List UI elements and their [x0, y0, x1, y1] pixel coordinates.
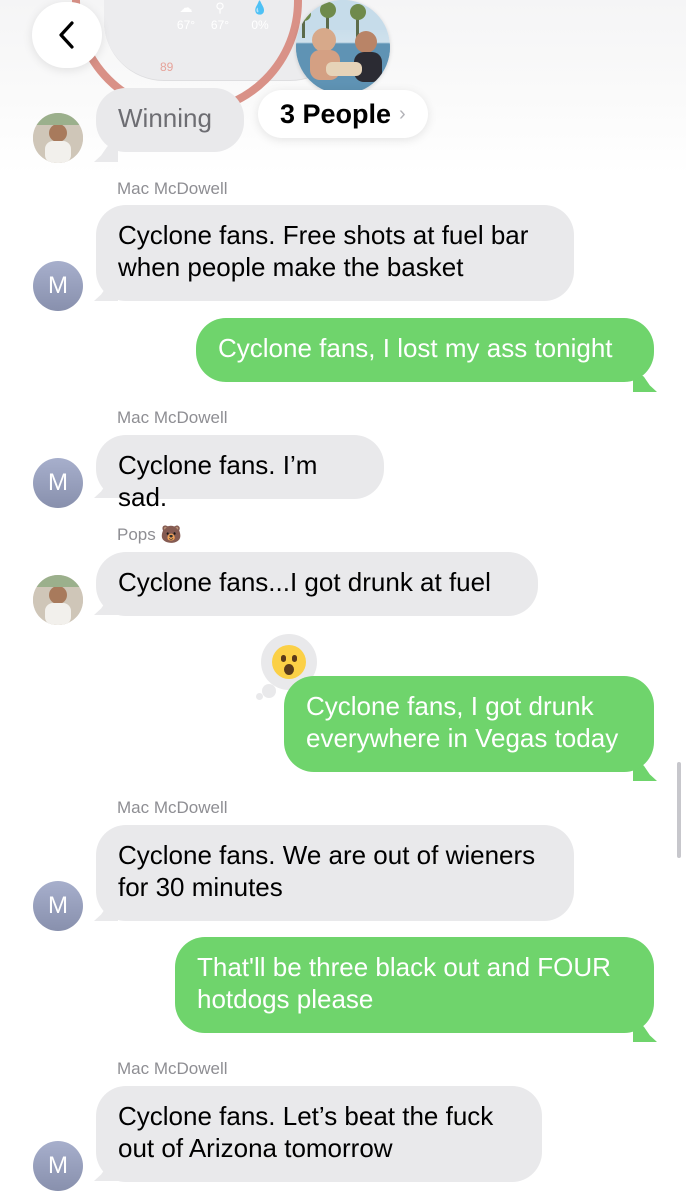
sender-name: Mac McDowell — [117, 798, 228, 817]
chevron-left-icon — [59, 21, 74, 49]
raindrop-icon: 💧 — [251, 0, 269, 15]
avatar-m[interactable]: M — [33, 1141, 83, 1191]
sender-name: Mac McDowell — [117, 1059, 228, 1078]
avatar-pops[interactable] — [33, 113, 83, 163]
message-bubble[interactable]: Cyclone fans...I got drunk at fuel — [96, 552, 538, 616]
avatar-m[interactable]: M — [33, 881, 83, 931]
back-button[interactable] — [32, 2, 102, 68]
group-name: 3 People — [280, 98, 392, 129]
surprised-face-icon — [272, 645, 306, 679]
message-bubble[interactable]: Cyclone fans. Let’s beat the fuck out of… — [96, 1086, 542, 1182]
avatar-image — [33, 113, 83, 163]
sender-name: Mac McDowell — [117, 408, 228, 427]
message-bubble[interactable]: Cyclone fans. I’m sad. — [96, 435, 384, 512]
group-photo[interactable] — [296, 0, 390, 94]
message-bubble[interactable]: Winning — [96, 88, 244, 152]
message-bubble[interactable]: Cyclone fans. We are out of wieners for … — [96, 825, 574, 921]
scrollbar[interactable] — [677, 762, 681, 858]
chevron-right-icon: › — [399, 102, 406, 125]
avatar-m[interactable]: M — [33, 261, 83, 311]
message-bubble[interactable]: Cyclone fans. Free shots at fuel bar whe… — [96, 205, 574, 301]
message-bubble[interactable]: That'll be three black out and FOUR hotd… — [175, 937, 654, 1033]
group-photo-image — [296, 0, 390, 94]
message-bubble[interactable]: Cyclone fans, I got drunk everywhere in … — [284, 676, 654, 772]
avatar-image — [33, 575, 83, 625]
group-name-button[interactable]: 3 People › — [258, 90, 428, 138]
sender-name: Pops 🐻 — [117, 525, 182, 544]
figure-icon: ⚲ — [215, 0, 225, 15]
message-bubble[interactable]: Cyclone fans, I lost my ass tonight — [196, 318, 654, 382]
weather-temp-lo: ⚲ 67° — [200, 0, 240, 32]
avatar-m[interactable]: M — [33, 458, 83, 508]
sender-name: Mac McDowell — [117, 179, 228, 198]
weather-precip: 💧 0% — [240, 0, 280, 32]
avatar-pops[interactable] — [33, 575, 83, 625]
ring-value: 89 — [160, 60, 174, 74]
